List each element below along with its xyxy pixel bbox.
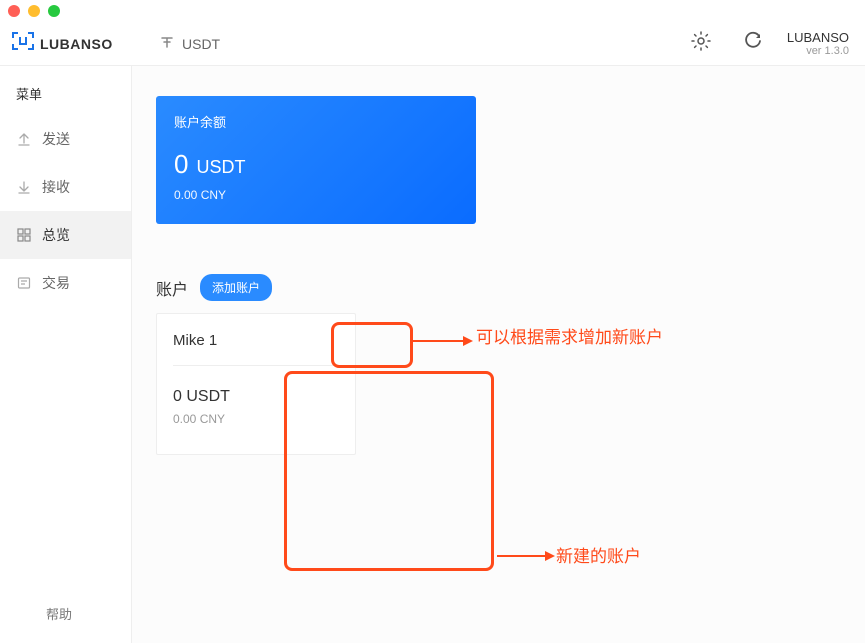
refresh-button[interactable] (743, 34, 763, 54)
sidebar-item-label: 接收 (42, 177, 70, 197)
transaction-icon (16, 275, 32, 291)
currency-label: USDT (182, 36, 220, 52)
close-window-button[interactable] (8, 5, 20, 17)
sidebar: 菜单 发送 接收 总览 交易 帮助 (0, 66, 132, 643)
arrow-icon (413, 334, 473, 348)
top-bar: LUBANSO USDT LUBANSO ver 1.3.0 (0, 22, 865, 66)
sidebar-item-transactions[interactable]: 交易 (0, 259, 131, 307)
app-version: LUBANSO ver 1.3.0 (787, 30, 849, 57)
tether-icon (160, 35, 174, 52)
app-version-label: ver 1.3.0 (787, 45, 849, 57)
balance-value: 0 (174, 149, 188, 180)
account-subtext: 0.00 CNY (173, 412, 339, 426)
logo-icon (12, 32, 34, 55)
balance-card: 账户余额 0 USDT 0.00 CNY (156, 96, 476, 224)
account-balance: 0 USDT (173, 388, 339, 406)
annotation-text-account: 新建的账户 (556, 542, 641, 567)
gear-icon (691, 31, 711, 56)
currency-selector[interactable]: USDT (132, 35, 220, 52)
overview-icon (16, 227, 32, 243)
main-content: 账户余额 0 USDT 0.00 CNY 账户 添加账户 Mike 1 0 US… (132, 66, 865, 643)
sidebar-item-receive[interactable]: 接收 (0, 163, 131, 211)
arrow-icon (497, 549, 555, 563)
download-icon (16, 179, 32, 195)
maximize-window-button[interactable] (48, 5, 60, 17)
accounts-header: 账户 添加账户 (156, 274, 841, 301)
account-name: Mike 1 (173, 332, 339, 366)
sidebar-item-label: 交易 (42, 273, 70, 293)
add-account-button[interactable]: 添加账户 (200, 274, 272, 301)
top-actions (691, 34, 763, 54)
upload-icon (16, 131, 32, 147)
minimize-window-button[interactable] (28, 5, 40, 17)
account-card[interactable]: Mike 1 0 USDT 0.00 CNY (156, 313, 356, 455)
balance-subtext: 0.00 CNY (174, 188, 458, 202)
balance-amount: 0 USDT (174, 149, 458, 180)
balance-label: 账户余额 (174, 112, 458, 131)
logo: LUBANSO (12, 32, 132, 55)
settings-button[interactable] (691, 34, 711, 54)
menu-title: 菜单 (0, 80, 131, 115)
balance-currency: USDT (196, 157, 245, 178)
logo-text: LUBANSO (40, 36, 113, 52)
sidebar-item-overview[interactable]: 总览 (0, 211, 131, 259)
sidebar-item-label: 总览 (42, 225, 70, 245)
window-title-bar (0, 0, 865, 22)
app-name-label: LUBANSO (787, 30, 849, 45)
accounts-title: 账户 (156, 276, 188, 300)
sidebar-item-send[interactable]: 发送 (0, 115, 131, 163)
refresh-icon (743, 31, 763, 56)
annotation-text-add: 可以根据需求增加新账户 (476, 323, 663, 348)
help-link[interactable]: 帮助 (0, 584, 131, 643)
sidebar-item-label: 发送 (42, 129, 70, 149)
